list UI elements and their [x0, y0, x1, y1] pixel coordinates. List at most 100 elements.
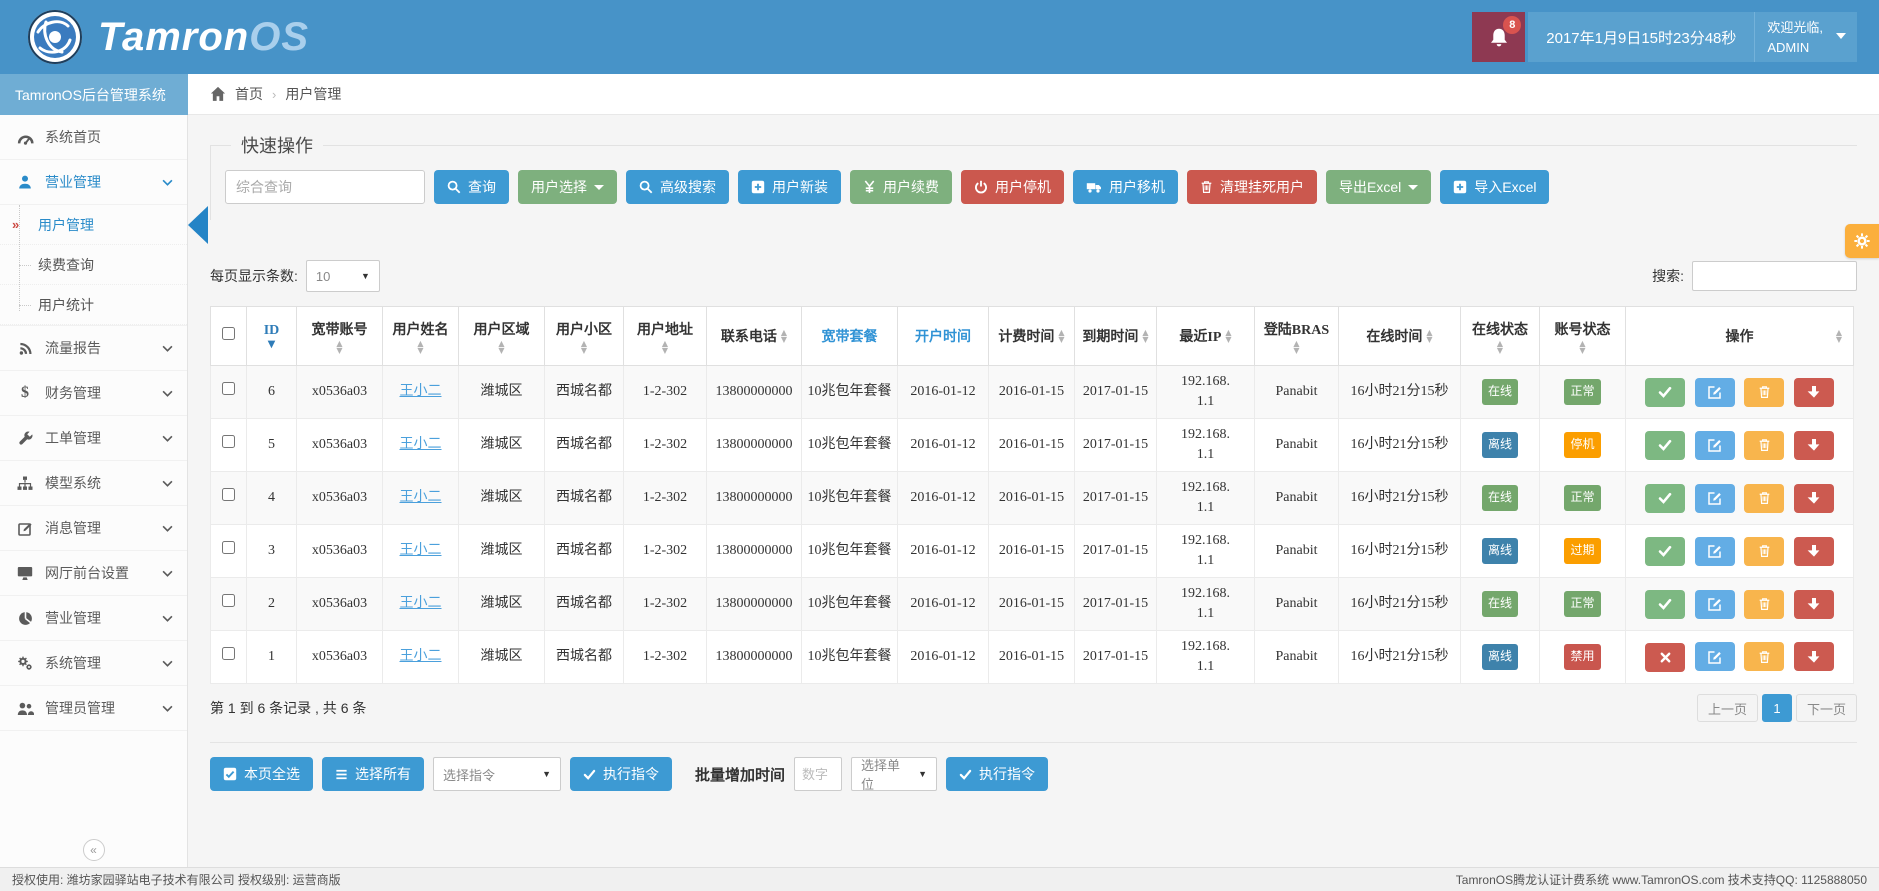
column-header-community[interactable]: 用户小区▲▼ — [545, 307, 624, 366]
delete-action-button[interactable] — [1744, 537, 1784, 566]
user-move-button[interactable]: 用户移机 — [1073, 170, 1178, 204]
toggle-action-button[interactable] — [1645, 590, 1685, 619]
sidebar-item-system-settings[interactable]: 系统管理 — [0, 641, 187, 686]
user-renew-button[interactable]: 用户续费 — [850, 170, 952, 204]
download-action-button[interactable] — [1794, 378, 1834, 407]
user-select-dropdown-button[interactable]: 用户选择 — [518, 170, 617, 204]
column-header-open_date[interactable]: 开户时间 — [898, 307, 989, 366]
user-stop-button[interactable]: 用户停机 — [961, 170, 1064, 204]
clean-dead-users-button[interactable]: 清理挂死用户 — [1187, 170, 1317, 204]
sidebar-item-dashboard[interactable]: 系统首页 — [0, 115, 187, 160]
download-action-button[interactable] — [1794, 537, 1834, 566]
row-checkbox[interactable] — [222, 435, 235, 448]
download-action-button[interactable] — [1794, 590, 1834, 619]
advanced-search-button[interactable]: 高级搜索 — [626, 170, 729, 204]
table-row: 1 x0536a03 王小二 潍城区 西城名都 1-2-302 13800000… — [211, 631, 1854, 684]
user-name-link[interactable]: 王小二 — [400, 649, 442, 664]
edit-action-button[interactable] — [1695, 590, 1735, 619]
sidebar-item-user-management[interactable]: » 用户管理 — [0, 205, 187, 245]
user-name-link[interactable]: 王小二 — [400, 384, 442, 399]
toggle-action-button[interactable] — [1645, 484, 1685, 513]
user-name-link[interactable]: 王小二 — [400, 437, 442, 452]
sidebar-item-renew-query[interactable]: 续费查询 — [0, 245, 187, 285]
row-checkbox[interactable] — [222, 594, 235, 607]
row-checkbox[interactable] — [222, 382, 235, 395]
sidebar-item-messages[interactable]: 消息管理 — [0, 506, 187, 551]
combined-query-input[interactable] — [225, 170, 425, 204]
toggle-action-button[interactable] — [1645, 431, 1685, 460]
column-header-bras[interactable]: 登陆BRAS▲▼ — [1255, 307, 1339, 366]
select-page-button[interactable]: 本页全选 — [210, 757, 313, 791]
select-all-header[interactable] — [211, 307, 247, 366]
column-header-account_state[interactable]: 账号状态▲▼ — [1540, 307, 1626, 366]
column-header-account[interactable]: 宽带账号▲▼ — [297, 307, 383, 366]
download-action-button[interactable] — [1794, 484, 1834, 513]
toggle-action-button[interactable] — [1645, 537, 1685, 566]
sidebar-item-business[interactable]: 营业管理 — [0, 160, 187, 205]
row-checkbox[interactable] — [222, 488, 235, 501]
sidebar-item-user-stats[interactable]: 用户统计 — [0, 285, 187, 325]
breadcrumb-home[interactable]: 首页 — [235, 84, 263, 104]
export-excel-dropdown-button[interactable]: 导出Excel — [1326, 170, 1431, 204]
cell-plan: 10兆包年套餐 — [802, 525, 898, 578]
batch-number-input[interactable] — [794, 757, 842, 791]
delete-action-button[interactable] — [1744, 484, 1784, 513]
edit-action-button[interactable] — [1695, 642, 1735, 671]
sidebar-item-work-orders[interactable]: 工单管理 — [0, 416, 187, 461]
column-header-address[interactable]: 用户地址▲▼ — [624, 307, 707, 366]
column-header-phone[interactable]: 联系电话▲▼ — [707, 307, 802, 366]
toggle-action-button[interactable] — [1645, 643, 1685, 672]
edit-action-button[interactable] — [1695, 484, 1735, 513]
cell-expire-date: 2017-01-15 — [1075, 472, 1157, 525]
select-all-checkbox[interactable] — [222, 327, 235, 340]
table-search-input[interactable] — [1692, 261, 1857, 291]
edit-action-button[interactable] — [1695, 378, 1735, 407]
edit-action-button[interactable] — [1695, 537, 1735, 566]
query-button[interactable]: 查询 — [434, 170, 509, 204]
delete-action-button[interactable] — [1744, 431, 1784, 460]
pagination-page-1[interactable]: 1 — [1762, 694, 1792, 722]
notifications-button[interactable]: 8 — [1472, 12, 1525, 62]
column-header-bill_date[interactable]: 计费时间▲▼ — [989, 307, 1075, 366]
toggle-action-button[interactable] — [1645, 378, 1685, 407]
download-action-button[interactable] — [1794, 642, 1834, 671]
download-action-button[interactable] — [1794, 431, 1834, 460]
sidebar-item-business-2[interactable]: 营业管理 — [0, 596, 187, 641]
user-new-install-button[interactable]: 用户新装 — [738, 170, 841, 204]
execute-command-button[interactable]: 执行指令 — [570, 757, 672, 791]
sidebar-collapse-button[interactable]: « — [83, 839, 105, 861]
user-name-link[interactable]: 王小二 — [400, 490, 442, 505]
row-checkbox[interactable] — [222, 647, 235, 660]
delete-action-button[interactable] — [1744, 378, 1784, 407]
column-header-expire_date[interactable]: 到期时间▲▼ — [1075, 307, 1157, 366]
select-all-button[interactable]: 选择所有 — [322, 757, 424, 791]
column-header-region[interactable]: 用户区域▲▼ — [459, 307, 545, 366]
delete-action-button[interactable] — [1744, 590, 1784, 619]
user-menu[interactable]: 欢迎光临, ADMIN — [1754, 12, 1857, 62]
sidebar-item-model-system[interactable]: 模型系统 — [0, 461, 187, 506]
sidebar-item-admin-management[interactable]: 管理员管理 — [0, 686, 187, 731]
import-excel-button[interactable]: 导入Excel — [1440, 170, 1549, 204]
sidebar-item-finance[interactable]: $ 财务管理 — [0, 371, 187, 416]
column-header-name[interactable]: 用户姓名▲▼ — [383, 307, 459, 366]
user-name-link[interactable]: 王小二 — [400, 543, 442, 558]
column-header-online_time[interactable]: 在线时间▲▼ — [1339, 307, 1461, 366]
delete-action-button[interactable] — [1744, 642, 1784, 671]
user-name-link[interactable]: 王小二 — [400, 596, 442, 611]
column-header-plan[interactable]: 宽带套餐 — [802, 307, 898, 366]
edit-action-button[interactable] — [1695, 431, 1735, 460]
unit-select[interactable]: 选择单位 ▼ — [851, 757, 937, 791]
column-header-online_state[interactable]: 在线状态▲▼ — [1461, 307, 1540, 366]
pagination-next[interactable]: 下一页 — [1796, 694, 1857, 722]
command-select[interactable]: 选择指令 ▼ — [433, 757, 561, 791]
settings-gear-button[interactable] — [1845, 224, 1879, 258]
column-header-ip[interactable]: 最近IP▲▼ — [1157, 307, 1255, 366]
execute-batch-time-button[interactable]: 执行指令 — [946, 757, 1048, 791]
column-header-id[interactable]: ID▼ — [247, 307, 297, 366]
sidebar-item-traffic-report[interactable]: 流量报告 — [0, 326, 187, 371]
row-checkbox[interactable] — [222, 541, 235, 554]
page-size-select[interactable]: 10 ▼ — [306, 260, 380, 292]
column-header-ops[interactable]: 操作▲▼ — [1626, 307, 1854, 366]
sidebar-item-portal-settings[interactable]: 网厅前台设置 — [0, 551, 187, 596]
pagination-prev[interactable]: 上一页 — [1697, 694, 1758, 722]
